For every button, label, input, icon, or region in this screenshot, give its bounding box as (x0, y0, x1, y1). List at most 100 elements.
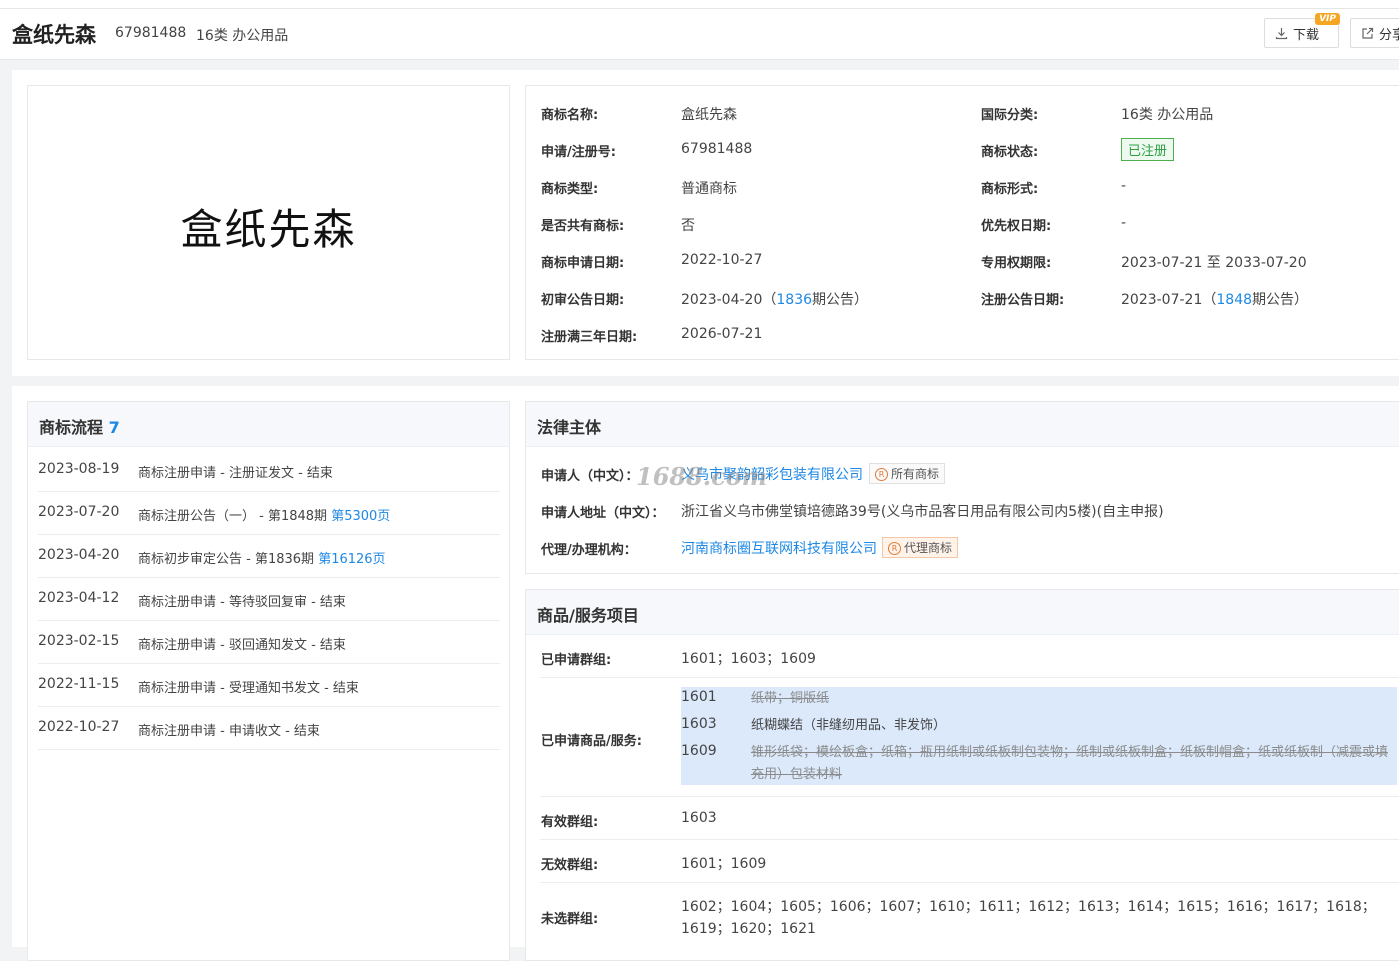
flow-desc: 商标注册申请 - 申请收文 - 结束 (138, 724, 320, 739)
goods-title: 商品/服务项目 (537, 606, 639, 625)
page-title: 盒纸先森 (12, 23, 96, 47)
services-list: 1601 纸带；铜版纸 1603 纸糊蝶结（非缝纫用品、非发饰） 1609 锥形… (681, 687, 1397, 785)
valid-groups-label: 有效群组: (541, 815, 599, 830)
service-desc: 锥形纸袋；模绘板盒；纸箱；瓶用纸制或纸板制包装物；纸制或纸板制盒；纸板制帽盒；纸… (751, 745, 1389, 782)
flow-title-text: 商标流程 (39, 418, 104, 437)
flow-page-link[interactable]: 第16126页 (318, 552, 385, 567)
download-button[interactable]: 下载 VIP (1264, 13, 1340, 48)
flow-row: 2023-04-12 商标注册申请 - 等待驳回复审 - 结束 (38, 578, 500, 621)
share-button[interactable]: 分享 (1350, 18, 1399, 48)
flow-count: 7 (108, 418, 120, 437)
service-desc: 纸带；铜版纸 (751, 691, 830, 706)
watermark: 1688.com (636, 462, 768, 491)
info-card: 商标名称: 盒纸先森 申请/注册号: 67981488 商标类型: 普通商标 是… (525, 85, 1399, 360)
reg-issue-link[interactable]: 1848 (1216, 292, 1252, 308)
prelim-date-value: 2023-04-20（1836期公告） (681, 289, 868, 309)
info-value: 盒纸先森 (681, 107, 737, 123)
address-label: 申请人地址（中文）： (541, 506, 665, 521)
all-trademarks-label: 所有商标 (891, 467, 940, 481)
divider (540, 882, 1399, 883)
info-label: 申请/注册号: (541, 145, 616, 160)
flow-text: 商标注册申请 - 注册证发文 - 结束 (138, 462, 333, 481)
flow-text: 商标注册申请 - 等待驳回复审 - 结束 (138, 591, 346, 610)
info-value: 67981488 (681, 141, 753, 157)
agent-trademarks-tag[interactable]: R 代理商标 (882, 537, 959, 558)
legal-header: 法律主体 (526, 402, 1399, 447)
goods-card: 商品/服务项目 已申请群组: 1601；1603；1609 已申请商品/服务: … (525, 589, 1399, 961)
vip-badge: VIP (1315, 13, 1340, 25)
flow-date: 2023-07-20 (38, 504, 120, 520)
registered-icon: R (875, 468, 888, 481)
info-label: 优先权日期: (981, 219, 1052, 234)
invalid-groups-label: 无效群组: (541, 858, 599, 873)
prelim-suffix: 期公告） (812, 292, 869, 308)
agent-link[interactable]: 河南商标圈互联网科技有限公司 (681, 538, 877, 558)
flow-page-link[interactable]: 第5300页 (331, 509, 390, 524)
top-strip (0, 0, 1399, 9)
unselected-groups-value: 1602；1604；1605；1606；1607；1610；1611；1612；… (681, 899, 1376, 937)
reg-suffix: 期公告） (1252, 292, 1309, 308)
info-label: 专用权期限: (981, 256, 1052, 271)
flow-desc: 商标注册申请 - 受理通知书发文 - 结束 (138, 681, 359, 696)
agent-label: 代理/办理机构： (541, 543, 637, 558)
flow-desc: 商标注册申请 - 驳回通知发文 - 结束 (138, 638, 346, 653)
info-value: 否 (681, 218, 695, 234)
flow-date: 2023-04-20 (38, 547, 120, 563)
applicant-label: 申请人（中文）： (541, 469, 639, 484)
info-value: 2022-10-27 (681, 252, 763, 268)
info-label: 国际分类: (981, 108, 1039, 123)
info-label: 注册公告日期: (981, 293, 1065, 308)
info-label: 商标申请日期: (541, 256, 625, 271)
trademark-logo: 盒纸先森 (180, 205, 357, 254)
flow-title: 商标流程 7 (39, 414, 120, 438)
flow-text: 商标注册申请 - 驳回通知发文 - 结束 (138, 634, 346, 653)
flow-text: 商标注册公告（一） - 第1848期 第5300页 (138, 505, 390, 524)
flow-text: 商标注册申请 - 申请收文 - 结束 (138, 720, 320, 739)
flow-date: 2022-11-15 (38, 676, 120, 692)
flow-row: 2023-04-20 商标初步审定公告 - 第1836期 第16126页 (38, 535, 500, 578)
header-reg-number: 67981488 (115, 25, 187, 41)
flow-desc: 商标初步审定公告 - 第1836期 (138, 552, 319, 567)
flow-row: 2022-10-27 商标注册申请 - 申请收文 - 结束 (38, 707, 500, 750)
goods-header: 商品/服务项目 (526, 590, 1399, 635)
flow-date: 2023-02-15 (38, 633, 120, 649)
groups-label: 已申请群组: (541, 653, 612, 668)
share-label: 分享 (1379, 27, 1399, 43)
invalid-groups-value: 1601；1609 (681, 856, 767, 872)
flow-card: 商标流程 7 2023-08-19 商标注册申请 - 注册证发文 - 结束 20… (27, 401, 510, 961)
info-label: 是否共有商标: (541, 219, 625, 234)
flow-desc: 商标注册申请 - 注册证发文 - 结束 (138, 466, 333, 481)
info-label: 注册满三年日期: (541, 330, 638, 345)
page-header: 盒纸先森 67981488 16类 办公用品 下载 VIP 分享 (0, 9, 1399, 60)
info-value: - (1121, 178, 1127, 194)
info-value: 普通商标 (681, 181, 737, 197)
flow-date: 2023-04-12 (38, 590, 120, 606)
prelim-issue-link[interactable]: 1836 (776, 292, 812, 308)
info-value: - (1121, 215, 1127, 231)
flow-desc: 商标注册申请 - 等待驳回复审 - 结束 (138, 595, 346, 610)
flow-text: 商标初步审定公告 - 第1836期 第16126页 (138, 548, 386, 567)
all-trademarks-tag[interactable]: R 所有商标 (869, 463, 946, 484)
flow-header: 商标流程 7 (28, 402, 509, 447)
info-label: 商标名称: (541, 108, 599, 123)
info-label: 商标类型: (541, 182, 599, 197)
download-label: 下载 (1293, 27, 1320, 43)
flow-row: 2023-07-20 商标注册公告（一） - 第1848期 第5300页 (38, 492, 500, 535)
info-label: 商标状态: (981, 145, 1039, 160)
items-label: 已申请商品/服务: (541, 734, 642, 749)
divider (540, 839, 1399, 840)
download-icon (1275, 27, 1288, 39)
flow-text: 商标注册申请 - 受理通知书发文 - 结束 (138, 677, 359, 696)
flow-row: 2022-11-15 商标注册申请 - 受理通知书发文 - 结束 (38, 664, 500, 707)
divider (540, 796, 1399, 797)
divider (540, 677, 1399, 678)
logo-card: 盒纸先森 (27, 85, 510, 360)
prelim-date: 2023-04-20（ (681, 292, 777, 308)
reg-date: 2023-07-21（ (1121, 292, 1217, 308)
reg-date-value: 2023-07-21（1848期公告） (1121, 289, 1308, 309)
header-class: 16类 办公用品 (196, 28, 289, 44)
unselected-groups-label: 未选群组: (541, 912, 599, 927)
legal-title: 法律主体 (537, 418, 602, 437)
service-desc: 纸糊蝶结（非缝纫用品、非发饰） (751, 718, 947, 733)
share-icon (1362, 27, 1374, 39)
